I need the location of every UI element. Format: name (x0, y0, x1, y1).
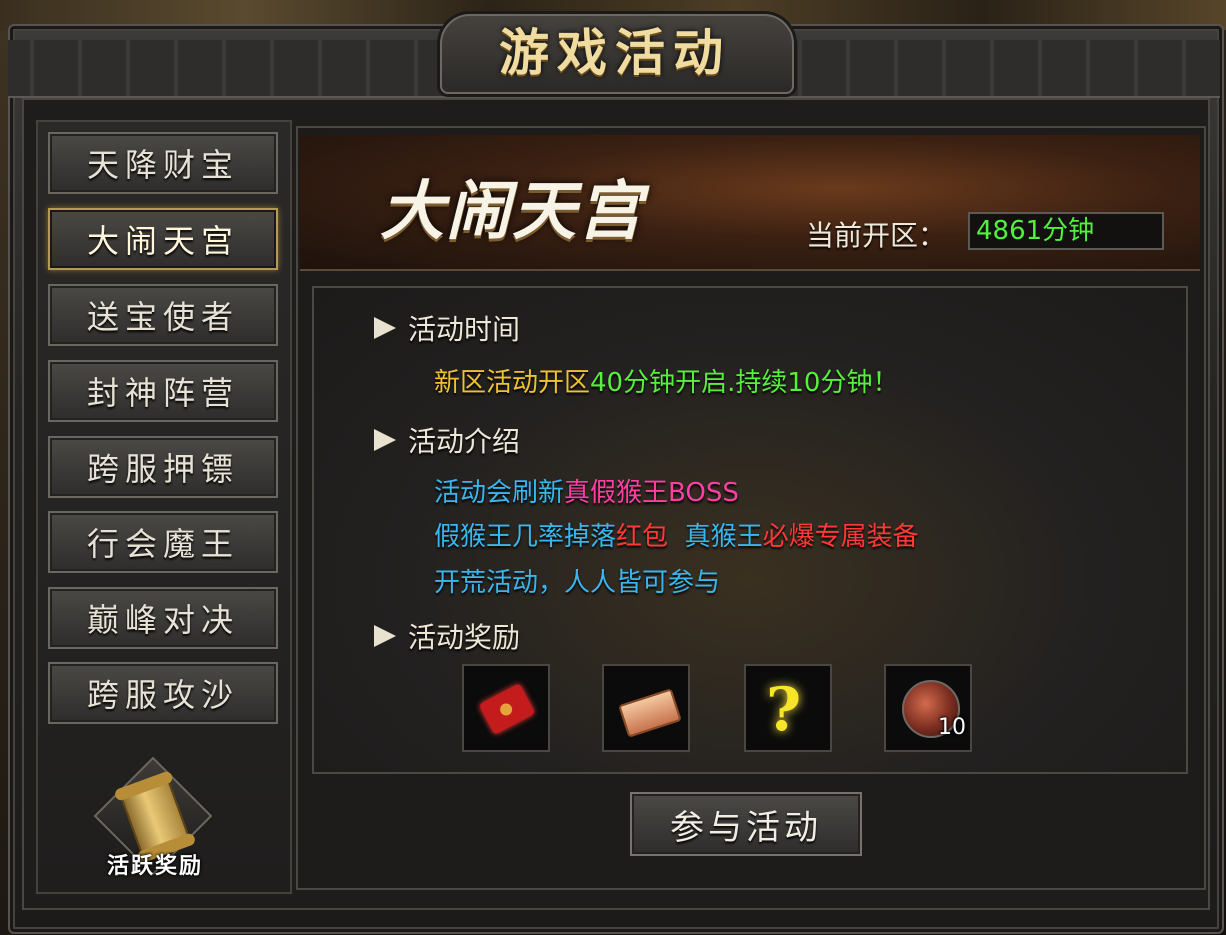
sidebar-item-dianfeng-duijue[interactable]: 巅峰对决 (48, 587, 278, 649)
arrow-right-icon (374, 317, 396, 339)
reward-item-slot[interactable]: ? (744, 664, 832, 752)
sidebar-item-hanghui-mowang[interactable]: 行会魔王 (48, 511, 278, 573)
sidebar-item-fengshen-zhenying[interactable]: 封神阵营 (48, 360, 278, 422)
text-segment: 开荒活动，人人皆可参与 (434, 568, 721, 598)
arrow-right-icon (374, 429, 396, 451)
section-activity-intro: 活动介绍 (374, 420, 520, 460)
server-open-label: 当前开区： (806, 219, 947, 252)
section-heading: 活动时间 (408, 313, 521, 346)
arrow-right-icon (374, 625, 396, 647)
activity-reward-button[interactable]: 活跃奖励 (93, 756, 215, 880)
text-segment: 假猴王几率掉落 (434, 522, 617, 552)
text-segment: 真假猴王BOSS (564, 478, 739, 508)
activity-title: 大闹天宫 (380, 175, 644, 249)
activity-reward-label: 活跃奖励 (106, 854, 203, 879)
server-open-value: 4861分钟 (968, 212, 1164, 250)
sidebar-item-songbao-shizhe[interactable]: 送宝使者 (48, 284, 278, 346)
sidebar-item-danao-tiangong[interactable]: 大闹天宫 (48, 208, 278, 270)
window-title: 游戏活动 (499, 23, 731, 82)
gold-bar-icon (618, 688, 682, 738)
text-segment: 新区活动开区 (434, 368, 591, 398)
text-segment: 红包 (616, 522, 669, 552)
sidebar-item-kuafu-gongsha[interactable]: 跨服攻沙 (48, 662, 278, 724)
intro-line-1: 活动会刷新真假猴王BOSS (434, 472, 739, 509)
sidebar-item-tianjiang-caibao[interactable]: 天降财宝 (48, 132, 278, 194)
section-heading: 活动介绍 (408, 425, 521, 458)
reward-item-slot[interactable] (462, 664, 550, 752)
intro-line-3: 开荒活动，人人皆可参与 (434, 562, 720, 599)
activity-time-line: 新区活动开区40分钟开启.持续10分钟！ (434, 362, 898, 399)
golden-hook-icon: ? (766, 675, 802, 745)
section-activity-rewards: 活动奖励 (374, 616, 520, 656)
sidebar-item-kuafu-yabiao[interactable]: 跨服押镖 (48, 436, 278, 498)
section-activity-time: 活动时间 (374, 308, 520, 348)
text-segment: 必爆专属装备 (762, 522, 919, 552)
join-activity-button[interactable]: 参与活动 (630, 792, 862, 856)
text-segment: 活动会刷新 (434, 478, 565, 508)
reward-item-slot[interactable]: 10 (884, 664, 972, 752)
red-envelope-icon (478, 683, 536, 735)
item-count: 10 (938, 715, 966, 740)
reward-item-slot[interactable] (602, 664, 690, 752)
text-segment: 真猴王 (684, 522, 763, 552)
text-segment: 40分钟开启.持续10分钟！ (590, 368, 899, 398)
intro-line-2: 假猴王几率掉落红包 真猴王必爆专属装备 (434, 516, 919, 553)
section-heading: 活动奖励 (408, 621, 521, 654)
